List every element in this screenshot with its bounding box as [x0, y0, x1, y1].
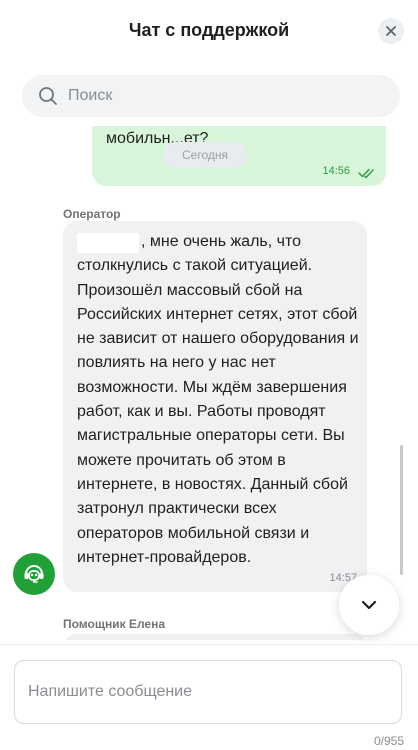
- incoming-message: , мне очень жаль, что столкнулись с тако…: [63, 221, 367, 592]
- message-body: , мне очень жаль, что столкнулись с тако…: [77, 233, 359, 566]
- close-icon: [386, 26, 396, 36]
- sender-name: Помощник Елена: [63, 617, 165, 631]
- incoming-message: [63, 634, 367, 640]
- composer-divider: [0, 644, 418, 645]
- chevron-down-icon: [361, 600, 377, 610]
- message-time: 14:56: [322, 165, 350, 177]
- sender-name: Оператор: [63, 207, 121, 221]
- message-input[interactable]: [28, 683, 378, 705]
- double-check-icon: [358, 168, 374, 179]
- character-counter: 0/955: [373, 734, 404, 748]
- search-bar[interactable]: [22, 75, 400, 117]
- search-input[interactable]: [66, 86, 370, 106]
- message-list[interactable]: мобильн...ет? 14:56 Сегодня Оператор , м…: [0, 126, 418, 640]
- operator-avatar: [13, 553, 55, 595]
- headset-bot-icon: [24, 565, 44, 583]
- message-text: , мне очень жаль, что столкнулись с тако…: [77, 230, 359, 570]
- scroll-down-button[interactable]: [339, 575, 399, 635]
- message-composer[interactable]: [14, 660, 402, 724]
- scrollbar[interactable]: [400, 445, 403, 575]
- date-separator: Сегодня: [163, 142, 247, 168]
- page-title: Чат с поддержкой: [128, 20, 290, 40]
- close-button[interactable]: [378, 18, 404, 44]
- search-icon: [38, 85, 60, 107]
- chat-header: Чат с поддержкой: [0, 0, 418, 62]
